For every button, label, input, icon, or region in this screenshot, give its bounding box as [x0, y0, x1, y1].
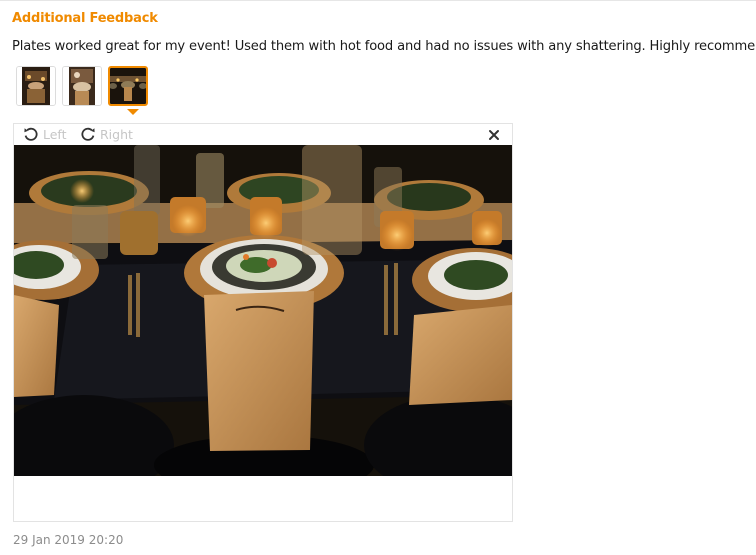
rotate-left-icon: [24, 127, 38, 141]
thumbnail-2-image: [63, 67, 101, 105]
table-setting-photo: [14, 145, 512, 476]
feedback-heading: Additional Feedback: [12, 11, 158, 26]
rotate-right-icon: [81, 127, 95, 141]
thumbnail-3-image: [110, 68, 146, 104]
close-viewer-button[interactable]: [487, 127, 501, 141]
thumbnail-1-image: [17, 67, 55, 105]
thumbnail-1[interactable]: [16, 66, 56, 106]
thumbnail-2[interactable]: [62, 66, 102, 106]
rotate-left-label: Left: [43, 126, 67, 142]
review-timestamp: 29 Jan 2019 20:20: [13, 533, 124, 547]
image-viewer: Left Right: [13, 123, 513, 522]
selected-thumbnail-caret: [127, 109, 139, 115]
review-photo: [14, 145, 512, 476]
close-icon: [489, 130, 499, 140]
rotate-right-button[interactable]: Right: [80, 125, 133, 143]
thumbnail-3-selected[interactable]: [108, 66, 148, 106]
review-text: Plates worked great for my event! Used t…: [12, 39, 756, 54]
rotate-left-button[interactable]: Left: [23, 125, 67, 143]
rotate-right-label: Right: [100, 126, 133, 142]
top-divider: [0, 0, 756, 1]
viewer-toolbar: Left Right: [14, 124, 512, 145]
